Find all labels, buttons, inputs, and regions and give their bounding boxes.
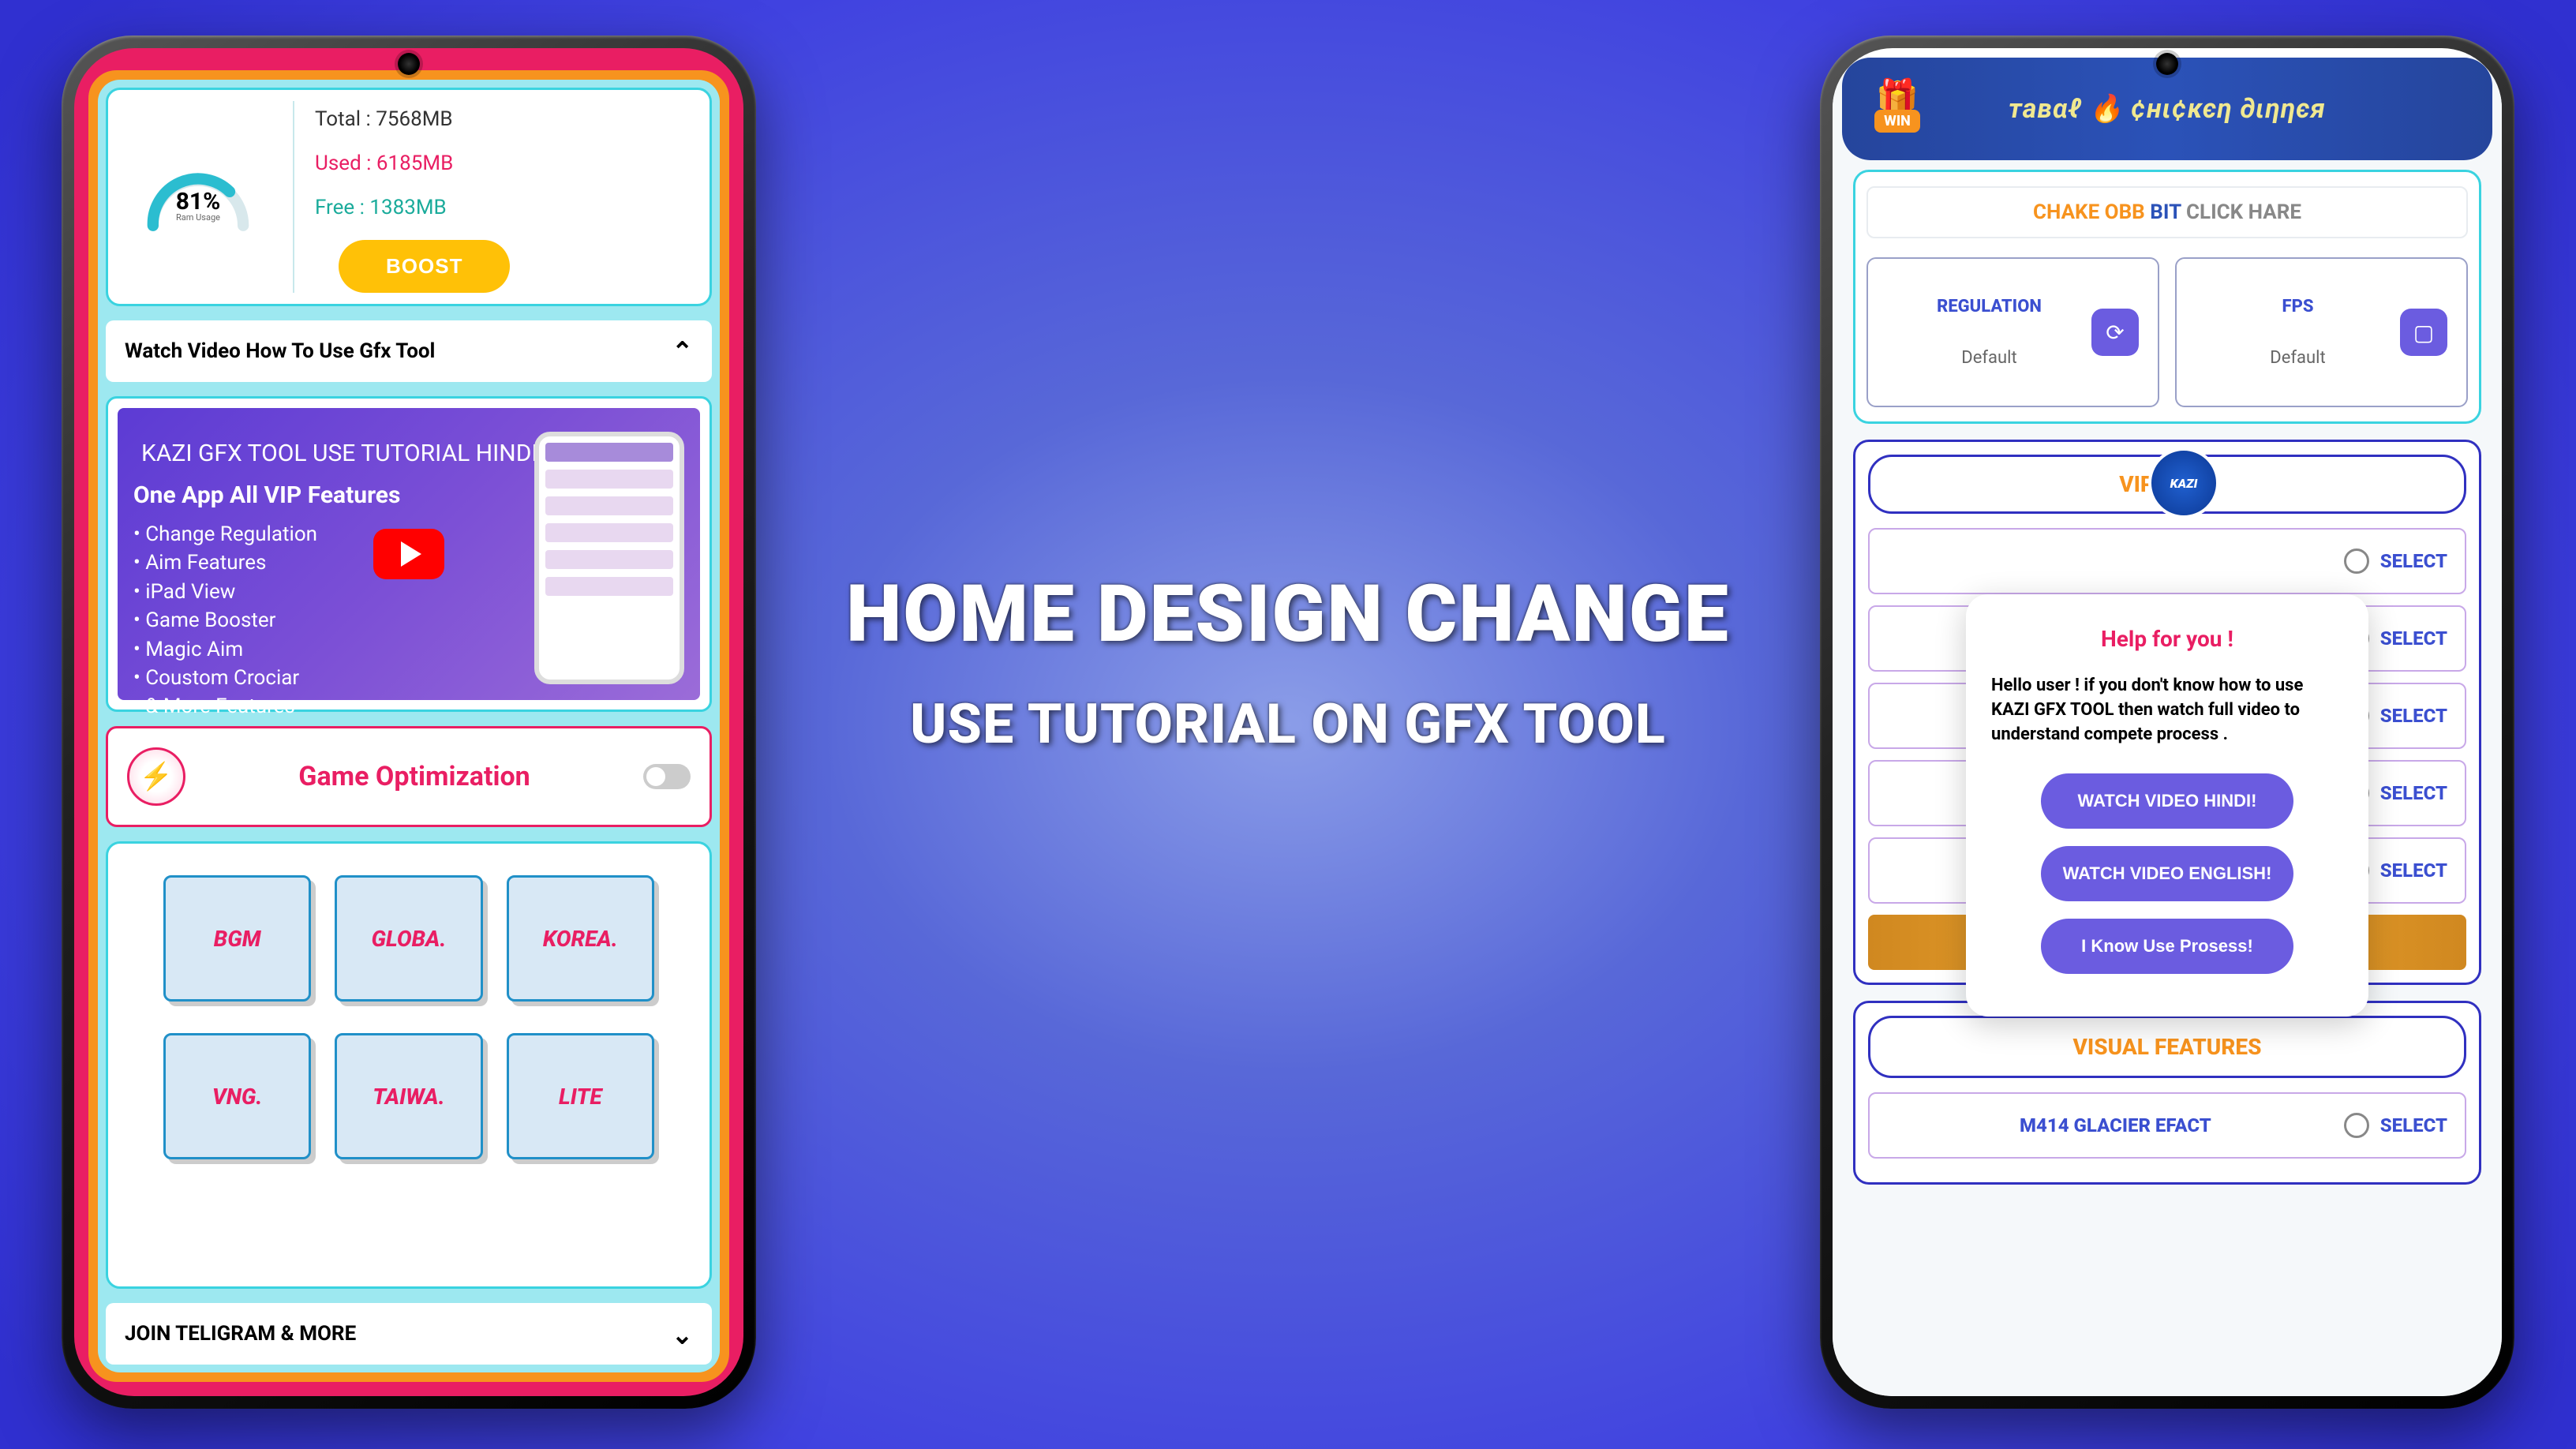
optimization-label: Game Optimization [209,761,620,792]
boost-button[interactable]: BOOST [339,240,510,293]
optimization-toggle[interactable] [643,764,691,789]
know-process-button[interactable]: I Know Use Prosess! [2041,919,2293,974]
refresh-icon[interactable]: ⟳ [2091,309,2139,356]
win-label: WIN [1874,110,1920,133]
video-features-head: One App All VIP Features [133,479,400,512]
phone-right: 🎁 WIN тавαℓ 🔥 ¢нι¢кєη ∂ιηηєя CHAKE OBB B… [1820,36,2514,1409]
ram-percent: 81% [176,188,221,215]
obb-strip-blue: BIT [2150,200,2181,224]
watch-video-accordion[interactable]: Watch Video How To Use Gfx Tool ⌃ [106,320,712,382]
ram-free: Free : 1383MB [315,196,698,219]
feature-line: • Magic Aim [133,635,400,664]
obb-strip-gray: CLICK HARE [2186,200,2301,224]
feature-line: • Aim Features [133,549,400,577]
vip-header: VIP URES KAZI [1868,455,2466,514]
version-taiwan[interactable]: TAIWA. [335,1033,482,1159]
chevron-down-icon: ⌃ [672,1319,693,1349]
video-mini-phone [534,432,684,684]
fps-box[interactable]: FPS Default ▢ [2175,257,2468,407]
version-bgm[interactable]: BGM [163,875,311,1002]
accordion-title: Watch Video How To Use Gfx Tool [125,339,435,363]
feature-line: • & More Features [133,692,400,721]
version-vng[interactable]: VNG. [163,1033,311,1159]
promo-center-text: HOME DESIGN CHANGE USE TUTORIAL ON GFX T… [814,568,1762,757]
m414-row[interactable]: M414 GLACIER EFACT SELECT [1868,1092,2466,1159]
promo-subtitle: USE TUTORIAL ON GFX TOOL [814,692,1762,757]
visual-header: VISUAL FEATURES [1868,1016,2466,1078]
tutorial-video-card: KAZI GFX TOOL USE TUTORIAL HINDI... One … [106,396,712,712]
watch-hindi-button[interactable]: WATCH VIDEO HINDI! [2041,773,2293,829]
promo-title: HOME DESIGN CHANGE [814,568,1762,661]
win-badge[interactable]: 🎁 WIN [1866,77,1929,133]
feature-line: • Change Regulation [133,520,400,549]
game-optimization-card: ⚡ Game Optimization [106,726,712,827]
ram-total: Total : 7568MB [315,107,698,131]
radio-icon[interactable] [2344,549,2369,574]
ram-gauge: 81% Ram Usage [139,158,257,237]
obb-strip-orange: CHAKE OBB [2033,200,2145,224]
header-title: тавαℓ 🔥 ¢нι¢кєη ∂ιηηєя [2009,93,2326,125]
video-thumbnail[interactable]: KAZI GFX TOOL USE TUTORIAL HINDI... One … [118,408,700,700]
camera-hole [398,53,420,75]
visual-card: VISUAL FEATURES M414 GLACIER EFACT SELEC… [1853,1001,2481,1185]
join-telegram-accordion[interactable]: JOIN TELIGRAM & MORE ⌃ [106,1303,712,1365]
fps-value: Default [2270,348,2325,368]
radio-icon[interactable] [2344,1113,2369,1138]
versions-card: BGM GLOBA. KOREA. VNG. TAIWA. LITE [106,841,712,1289]
regulation-value: Default [1961,348,2016,368]
kazi-logo-icon: KAZI [2148,447,2219,519]
feature-line: • Game Booster [133,606,400,635]
camera-hole [2156,53,2178,75]
ram-sublabel: Ram Usage [176,212,221,223]
watch-english-button[interactable]: WATCH VIDEO ENGLISH! [2041,846,2293,901]
version-global[interactable]: GLOBA. [335,875,482,1002]
select-row[interactable]: SELECT [1868,528,2466,594]
version-lite[interactable]: LITE [507,1033,654,1159]
obb-card: CHAKE OBB BIT CLICK HARE REGULATION Defa… [1853,170,2481,424]
bolt-icon: ⚡ [127,747,185,806]
regulation-box[interactable]: REGULATION Default ⟳ [1866,257,2159,407]
ram-used: Used : 6185MB [315,152,698,175]
help-modal: Help for you ! Hello user ! if you don't… [1966,594,2368,1017]
play-icon[interactable] [373,529,444,579]
fps-title: FPS [2196,297,2400,316]
join-label: JOIN TELIGRAM & MORE [125,1322,356,1346]
version-korea[interactable]: KOREA. [507,875,654,1002]
obb-strip[interactable]: CHAKE OBB BIT CLICK HARE [1866,186,2468,238]
phone-left: 81% Ram Usage Total : 7568MB Used : 6185… [62,36,756,1409]
image-icon[interactable]: ▢ [2400,309,2447,356]
chevron-up-icon: ⌃ [672,336,693,366]
memory-card: 81% Ram Usage Total : 7568MB Used : 6185… [106,88,712,306]
modal-title: Help for you ! [1991,626,2343,652]
regulation-title: REGULATION [1887,297,2091,316]
feature-line: • iPad View [133,578,400,606]
feature-line: • Coustom Crociar [133,664,400,692]
modal-body: Hello user ! if you don't know how to us… [1991,674,2343,747]
m414-label: M414 GLACIER EFACT [1887,1114,2344,1136]
